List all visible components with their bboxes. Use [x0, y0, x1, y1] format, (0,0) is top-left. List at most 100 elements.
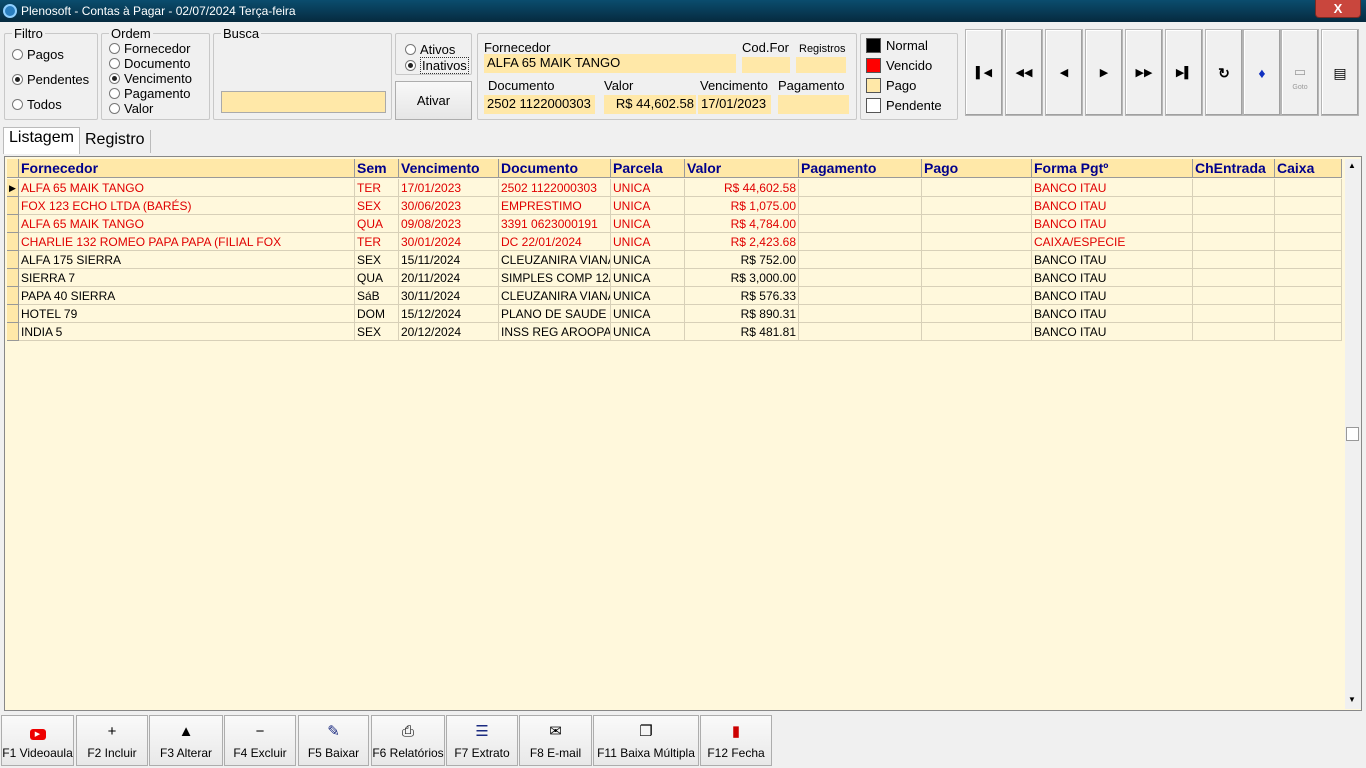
current-row-indicator-icon[interactable]: ▶ [7, 179, 19, 197]
ordem-valor-radio[interactable]: Valor [109, 102, 153, 116]
relatorios-button[interactable]: ⎙ F6 Relatórios [371, 715, 445, 766]
cell-caixa[interactable] [1275, 197, 1342, 215]
row-indicator[interactable] [7, 269, 19, 287]
listagem-grid[interactable]: Fornecedor Sem Vencimento Documento Parc… [4, 156, 1362, 711]
table-row[interactable]: CHARLIE 132 ROMEO PAPA PAPA (FILIAL FOX T… [7, 233, 1342, 251]
ordem-documento-radio[interactable]: Documento [109, 57, 190, 71]
cell-pagamento[interactable] [799, 233, 922, 251]
row-indicator[interactable] [7, 233, 19, 251]
vertical-scrollbar[interactable]: ▲ ▼ [1345, 159, 1361, 709]
tab-listagem[interactable]: Listagem [3, 127, 80, 154]
cell-forma-pgto[interactable]: BANCO ITAU [1032, 251, 1193, 269]
cell-pagamento[interactable] [799, 287, 922, 305]
cell-parcela[interactable]: UNICA [611, 179, 685, 197]
cell-valor[interactable]: R$ 4,784.00 [685, 215, 799, 233]
codfor-field[interactable] [742, 57, 790, 73]
header-valor[interactable]: Valor [685, 159, 799, 178]
cell-pago[interactable] [922, 305, 1032, 323]
cell-chentrada[interactable] [1193, 197, 1275, 215]
prior-page-button[interactable]: ◀◀ [1005, 29, 1043, 116]
filtro-todos-radio[interactable]: Todos [12, 98, 62, 112]
cell-documento[interactable]: INSS REG AROOPACHE [499, 323, 611, 341]
cell-forma-pgto[interactable]: BANCO ITAU [1032, 305, 1193, 323]
cell-fornecedor[interactable]: INDIA 5 [19, 323, 355, 341]
cell-forma-pgto[interactable]: BANCO ITAU [1032, 197, 1193, 215]
registros-field[interactable] [796, 57, 846, 73]
tag-button[interactable]: ♦ [1243, 29, 1281, 116]
header-fornecedor[interactable]: Fornecedor [19, 159, 355, 178]
cell-parcela[interactable]: UNICA [611, 215, 685, 233]
cell-valor[interactable]: R$ 2,423.68 [685, 233, 799, 251]
cell-fornecedor[interactable]: HOTEL 79 [19, 305, 355, 323]
cell-valor[interactable]: R$ 44,602.58 [685, 179, 799, 197]
cell-chentrada[interactable] [1193, 251, 1275, 269]
cell-fornecedor[interactable]: ALFA 175 SIERRA [19, 251, 355, 269]
fornecedor-field[interactable]: ALFA 65 MAIK TANGO [484, 54, 736, 73]
table-row[interactable]: FOX 123 ECHO LTDA (BARÉS) SEX 30/06/2023 EM… [7, 197, 1342, 215]
cell-documento[interactable]: DC 22/01/2024 [499, 233, 611, 251]
filtro-pendentes-radio[interactable]: Pendentes [12, 73, 89, 87]
header-documento[interactable]: Documento [499, 159, 611, 178]
cell-pago[interactable] [922, 179, 1032, 197]
prior-record-button[interactable]: ◀ [1045, 29, 1083, 116]
scroll-down-icon[interactable]: ▼ [1348, 695, 1356, 704]
cell-forma-pgto[interactable]: BANCO ITAU [1032, 179, 1193, 197]
header-caixa[interactable]: Caixa [1275, 159, 1342, 178]
cell-parcela[interactable]: UNICA [611, 197, 685, 215]
table-row[interactable]: ▶ ALFA 65 MAIK TANGO TER 17/01/2023 2502 112… [7, 179, 1342, 197]
cell-pagamento[interactable] [799, 215, 922, 233]
ordem-pagamento-radio[interactable]: Pagamento [109, 87, 191, 101]
cell-fornecedor[interactable]: PAPA 40 SIERRA [19, 287, 355, 305]
cell-parcela[interactable]: UNICA [611, 305, 685, 323]
refresh-button[interactable]: ↻ [1205, 29, 1243, 116]
cell-vencimento[interactable]: 15/12/2024 [399, 305, 499, 323]
cell-chentrada[interactable] [1193, 305, 1275, 323]
row-indicator[interactable] [7, 287, 19, 305]
email-button[interactable]: ✉ F8 E-mail [519, 715, 592, 766]
alterar-button[interactable]: ▲ F3 Alterar [149, 715, 223, 766]
next-page-button[interactable]: ▶▶ [1125, 29, 1163, 116]
cell-parcela[interactable]: UNICA [611, 287, 685, 305]
cell-pagamento[interactable] [799, 179, 922, 197]
videoaula-button[interactable]: ▶ F1 Videoaula [1, 715, 74, 766]
cell-pago[interactable] [922, 215, 1032, 233]
cell-vencimento[interactable]: 17/01/2023 [399, 179, 499, 197]
scroll-thumb[interactable] [1346, 427, 1359, 441]
ativos-radio[interactable]: Ativos [405, 43, 455, 57]
next-record-button[interactable]: ▶ [1085, 29, 1123, 116]
ordem-vencimento-radio[interactable]: Vencimento [109, 72, 192, 86]
cell-pagamento[interactable] [799, 323, 922, 341]
baixa-multipla-button[interactable]: ❐ F11 Baixa Múltipla [593, 715, 699, 766]
cell-fornecedor[interactable]: ALFA 65 MAIK TANGO [19, 179, 355, 197]
cell-sem[interactable]: SEX [355, 251, 399, 269]
ordem-fornecedor-radio[interactable]: Fornecedor [109, 42, 190, 56]
cell-fornecedor[interactable]: CHARLIE 132 ROMEO PAPA PAPA (FILIAL FOX [19, 233, 355, 251]
first-record-button[interactable]: ▌◀ [965, 29, 1003, 116]
cell-fornecedor[interactable]: ALFA 65 MAIK TANGO [19, 215, 355, 233]
cell-forma-pgto[interactable]: BANCO ITAU [1032, 215, 1193, 233]
cell-pagamento[interactable] [799, 197, 922, 215]
cell-vencimento[interactable]: 20/12/2024 [399, 323, 499, 341]
cell-pago[interactable] [922, 197, 1032, 215]
cell-caixa[interactable] [1275, 305, 1342, 323]
close-button[interactable]: X [1315, 0, 1361, 18]
cell-chentrada[interactable] [1193, 323, 1275, 341]
cell-vencimento[interactable]: 15/11/2024 [399, 251, 499, 269]
cell-caixa[interactable] [1275, 323, 1342, 341]
cell-fornecedor[interactable]: SIERRA 7 [19, 269, 355, 287]
row-indicator[interactable] [7, 197, 19, 215]
cell-valor[interactable]: R$ 1,075.00 [685, 197, 799, 215]
cell-vencimento[interactable]: 09/08/2023 [399, 215, 499, 233]
cell-pagamento[interactable] [799, 269, 922, 287]
cell-valor[interactable]: R$ 481.81 [685, 323, 799, 341]
cell-sem[interactable]: DOM [355, 305, 399, 323]
cell-caixa[interactable] [1275, 269, 1342, 287]
header-vencimento[interactable]: Vencimento [399, 159, 499, 178]
vencimento-field[interactable]: 17/01/2023 [698, 95, 771, 114]
last-record-button[interactable]: ▶▌ [1165, 29, 1203, 116]
incluir-button[interactable]: + F2 Incluir [76, 715, 148, 766]
cell-fornecedor[interactable]: FOX 123 ECHO LTDA (BARÉS) [19, 197, 355, 215]
table-row[interactable]: HOTEL 79 DOM 15/12/2024 PLANO DE SAUDE UNICA… [7, 305, 1342, 323]
cell-pago[interactable] [922, 287, 1032, 305]
baixar-button[interactable]: ✎ F5 Baixar [298, 715, 369, 766]
